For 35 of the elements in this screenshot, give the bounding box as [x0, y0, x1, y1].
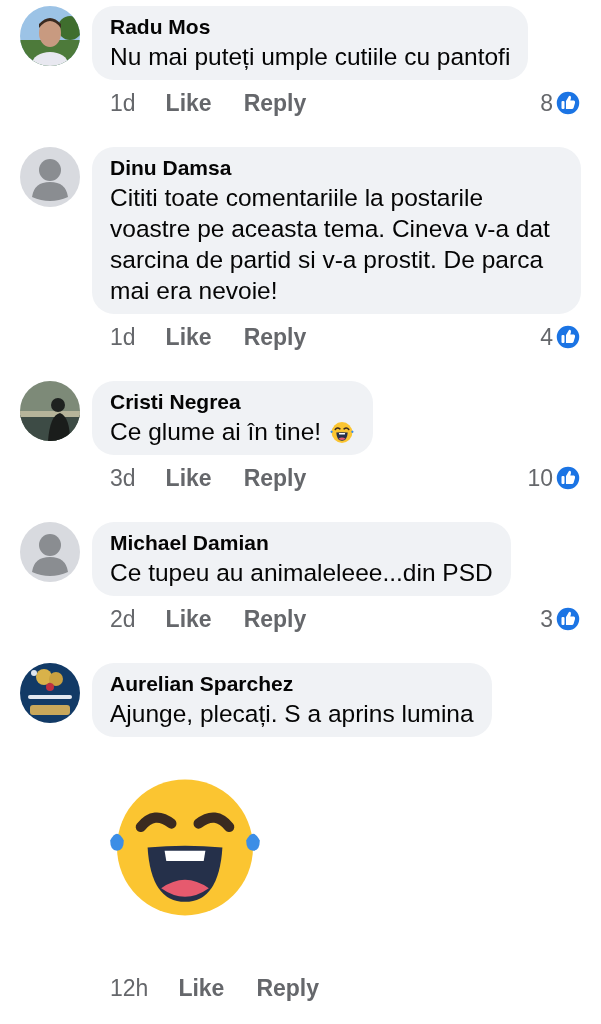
avatar-icon — [20, 147, 80, 207]
author-name[interactable]: Dinu Damsa — [110, 154, 563, 182]
timestamp: 2d — [110, 605, 136, 633]
like-link[interactable]: Like — [165, 323, 212, 351]
comment-text: Ce tupeu au animaleleee...din PSD — [110, 558, 493, 588]
comment-text: Ajunge, plecați. S a aprins lumina — [110, 699, 474, 729]
like-icon — [555, 90, 581, 116]
author-name[interactable]: Michael Damian — [110, 529, 493, 557]
reply-link[interactable]: Reply — [243, 89, 307, 117]
like-icon — [555, 324, 581, 350]
like-icon — [555, 465, 581, 491]
comment-text: Nu mai puteți umple cutiile cu pantofi — [110, 42, 511, 72]
reply-link[interactable]: Reply — [243, 464, 307, 492]
author-name[interactable]: Aurelian Sparchez — [110, 670, 474, 698]
timestamp: 12h — [110, 974, 149, 1002]
avatar-icon — [20, 522, 80, 582]
like-link[interactable]: Like — [165, 464, 212, 492]
timestamp: 1d — [110, 323, 136, 351]
reaction-count: 10 — [527, 464, 553, 492]
reaction-count: 4 — [540, 323, 553, 351]
reply-link[interactable]: Reply — [256, 974, 320, 1002]
reply-link[interactable]: Reply — [243, 605, 307, 633]
comment-text: Cititi toate comentariile la postarile voastre pe aceasta tema. Cineva v-a dat sarcina de partid si v-a prostit. De parca mai era nevoie! — [110, 183, 551, 306]
comment-text: Ce glume ai în tine! — [110, 417, 322, 447]
like-link[interactable]: Like — [165, 605, 212, 633]
reply-link[interactable]: Reply — [243, 323, 307, 351]
timestamp: 1d — [110, 89, 136, 117]
author-name[interactable]: Cristi Negrea — [110, 388, 356, 416]
reaction-count: 3 — [540, 605, 553, 633]
like-link[interactable]: Like — [165, 89, 212, 117]
like-icon — [555, 606, 581, 632]
reaction-count: 8 — [540, 89, 553, 117]
like-link[interactable]: Like — [178, 974, 225, 1002]
timestamp: 3d — [110, 464, 136, 492]
author-name[interactable]: Radu Mos — [110, 13, 511, 41]
